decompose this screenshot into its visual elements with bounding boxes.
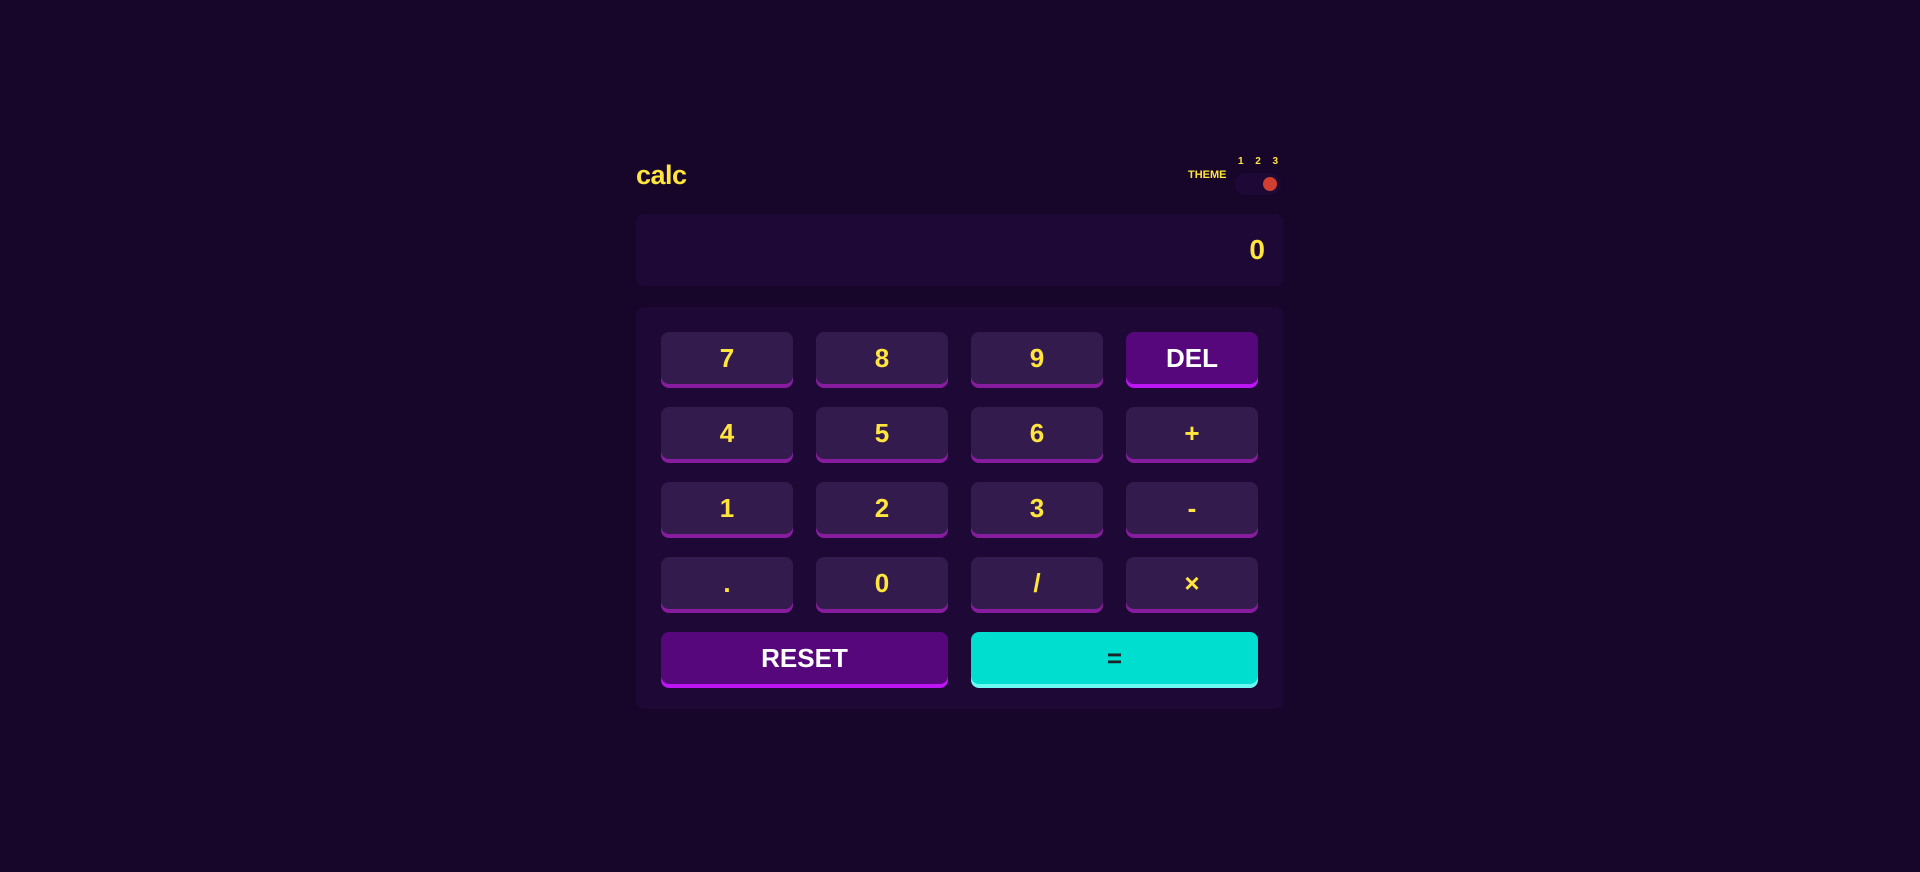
theme-option-2[interactable]: 2 xyxy=(1255,156,1261,167)
delete-button[interactable]: DEL xyxy=(1126,332,1258,384)
key-2[interactable]: 2 xyxy=(816,482,948,534)
logo: calc xyxy=(636,160,687,190)
key-divide[interactable]: / xyxy=(971,557,1103,609)
equals-button[interactable]: = xyxy=(971,632,1258,684)
header: calc THEME 1 2 3 xyxy=(636,150,1283,200)
key-8[interactable]: 8 xyxy=(816,332,948,384)
display-screen: 0 xyxy=(636,214,1283,286)
key-0[interactable]: 0 xyxy=(816,557,948,609)
keypad: 7 8 9 DEL 4 5 6 + 1 2 3 - . 0 / × RESET … xyxy=(636,307,1283,709)
key-6[interactable]: 6 xyxy=(971,407,1103,459)
reset-button[interactable]: RESET xyxy=(661,632,948,684)
key-minus[interactable]: - xyxy=(1126,482,1258,534)
display-value: 0 xyxy=(1249,234,1265,265)
key-3[interactable]: 3 xyxy=(971,482,1103,534)
theme-toggle[interactable] xyxy=(1235,173,1281,195)
theme-option-1[interactable]: 1 xyxy=(1238,156,1244,167)
calculator: calc THEME 1 2 3 0 7 8 9 DEL 4 5 6 + 1 2… xyxy=(636,150,1283,709)
theme-label: THEME xyxy=(1188,169,1227,181)
key-7[interactable]: 7 xyxy=(661,332,793,384)
key-plus[interactable]: + xyxy=(1126,407,1258,459)
theme-option-3[interactable]: 3 xyxy=(1272,156,1278,167)
theme-numbers: 1 2 3 xyxy=(1235,156,1281,167)
key-multiply[interactable]: × xyxy=(1126,557,1258,609)
key-9[interactable]: 9 xyxy=(971,332,1103,384)
key-1[interactable]: 1 xyxy=(661,482,793,534)
key-5[interactable]: 5 xyxy=(816,407,948,459)
theme-toggle-knob[interactable] xyxy=(1263,177,1277,191)
key-decimal[interactable]: . xyxy=(661,557,793,609)
key-4[interactable]: 4 xyxy=(661,407,793,459)
